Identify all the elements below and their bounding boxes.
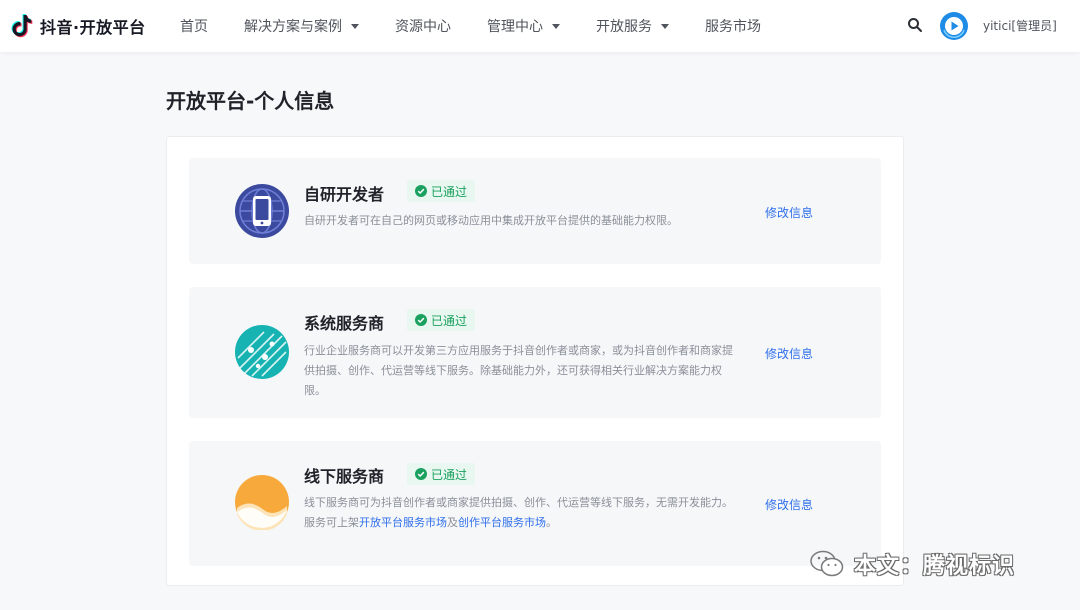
card-title: 线下服务商 [304,467,385,486]
avatar[interactable] [940,12,968,40]
watermark-text: 本文：腾视标识 [854,554,1016,579]
nav-item-label: 管理中心 [487,19,543,35]
watermark: 本文：腾视标识 [810,546,1015,582]
nav-item-label: 解决方案与案例 [244,19,342,35]
check-circle-icon [415,468,427,480]
douyin-logo-icon [11,14,33,38]
search-icon[interactable] [907,17,923,33]
status-badge-label: 已通过 [431,467,468,482]
network-icon [235,325,289,379]
mobile-globe-icon [235,184,289,238]
check-circle-icon [415,314,427,326]
status-badge-label: 已通过 [431,184,468,199]
nav-item-label: 开放服务 [596,19,652,35]
card-description: 线下服务商可为抖音创作者或商家提供拍摄、创作、代运营等线下服务，无需开发能力。服… [304,493,734,533]
status-badge: 已通过 [407,180,476,202]
card-self-developer: 自研开发者 已通过 自研开发者可在自己的网页或移动应用中集成开放平台提供的基础能… [189,158,881,264]
card-description: 行业企业服务商可以开发第三方应用服务于抖音创作者或商家，或为抖音创作者和商家提供… [304,344,733,397]
main-nav: 首页 解决方案与案例 资源中心 管理中心 开放服务 服务市场 [180,0,797,52]
nav-item-management[interactable]: 管理中心 [487,16,560,36]
landscape-icon [235,475,289,530]
nav-item-label: 资源中心 [395,19,451,35]
card-description: 自研开发者可在自己的网页或移动应用中集成开放平台提供的基础能力权限。 [304,214,678,227]
top-header: 抖音·开放平台 首页 解决方案与案例 资源中心 管理中心 开放服务 服务市场 y… [0,0,1080,52]
status-badge: 已通过 [407,309,476,331]
check-circle-icon [415,185,427,197]
nav-item-open-services[interactable]: 开放服务 [596,16,669,36]
page-title: 开放平台-个人信息 [166,89,335,113]
nav-item-label: 首页 [180,19,208,35]
edit-info-link[interactable]: 修改信息 [765,204,813,221]
caret-down-icon [351,23,359,29]
douyin-open-platform-logo[interactable]: 抖音·开放平台 [8,11,146,41]
nav-item-label: 服务市场 [705,19,761,35]
logo-text: 抖音·开放平台 [40,18,146,37]
edit-info-link[interactable]: 修改信息 [765,496,813,513]
username[interactable]: yitici[管理员] [983,17,1057,34]
caret-down-icon [552,23,560,29]
status-badge: 已通过 [407,463,476,485]
wechat-icon [810,550,844,577]
caret-down-icon [661,23,669,29]
card-description-text: 。 [546,516,557,529]
nav-item-service-market[interactable]: 服务市场 [705,16,761,36]
card-system-service-provider: 系统服务商 已通过 行业企业服务商可以开发第三方应用服务于抖音创作者或商家，或为… [189,287,881,418]
identity-panel: 自研开发者 已通过 自研开发者可在自己的网页或移动应用中集成开放平台提供的基础能… [166,136,904,586]
creator-platform-market-link[interactable]: 创作平台服务市场 [458,516,546,529]
nav-item-home[interactable]: 首页 [180,16,208,36]
card-title: 系统服务商 [304,314,385,333]
card-title: 自研开发者 [304,185,385,204]
edit-info-link[interactable]: 修改信息 [765,345,813,362]
card-offline-service-provider: 线下服务商 已通过 线下服务商可为抖音创作者或商家提供拍摄、创作、代运营等线下服… [189,441,881,566]
open-platform-market-link[interactable]: 开放平台服务市场 [359,516,447,529]
nav-item-resources[interactable]: 资源中心 [395,16,451,36]
nav-item-solutions[interactable]: 解决方案与案例 [244,16,359,36]
card-description-text: 及 [447,516,458,529]
status-badge-label: 已通过 [431,313,468,328]
